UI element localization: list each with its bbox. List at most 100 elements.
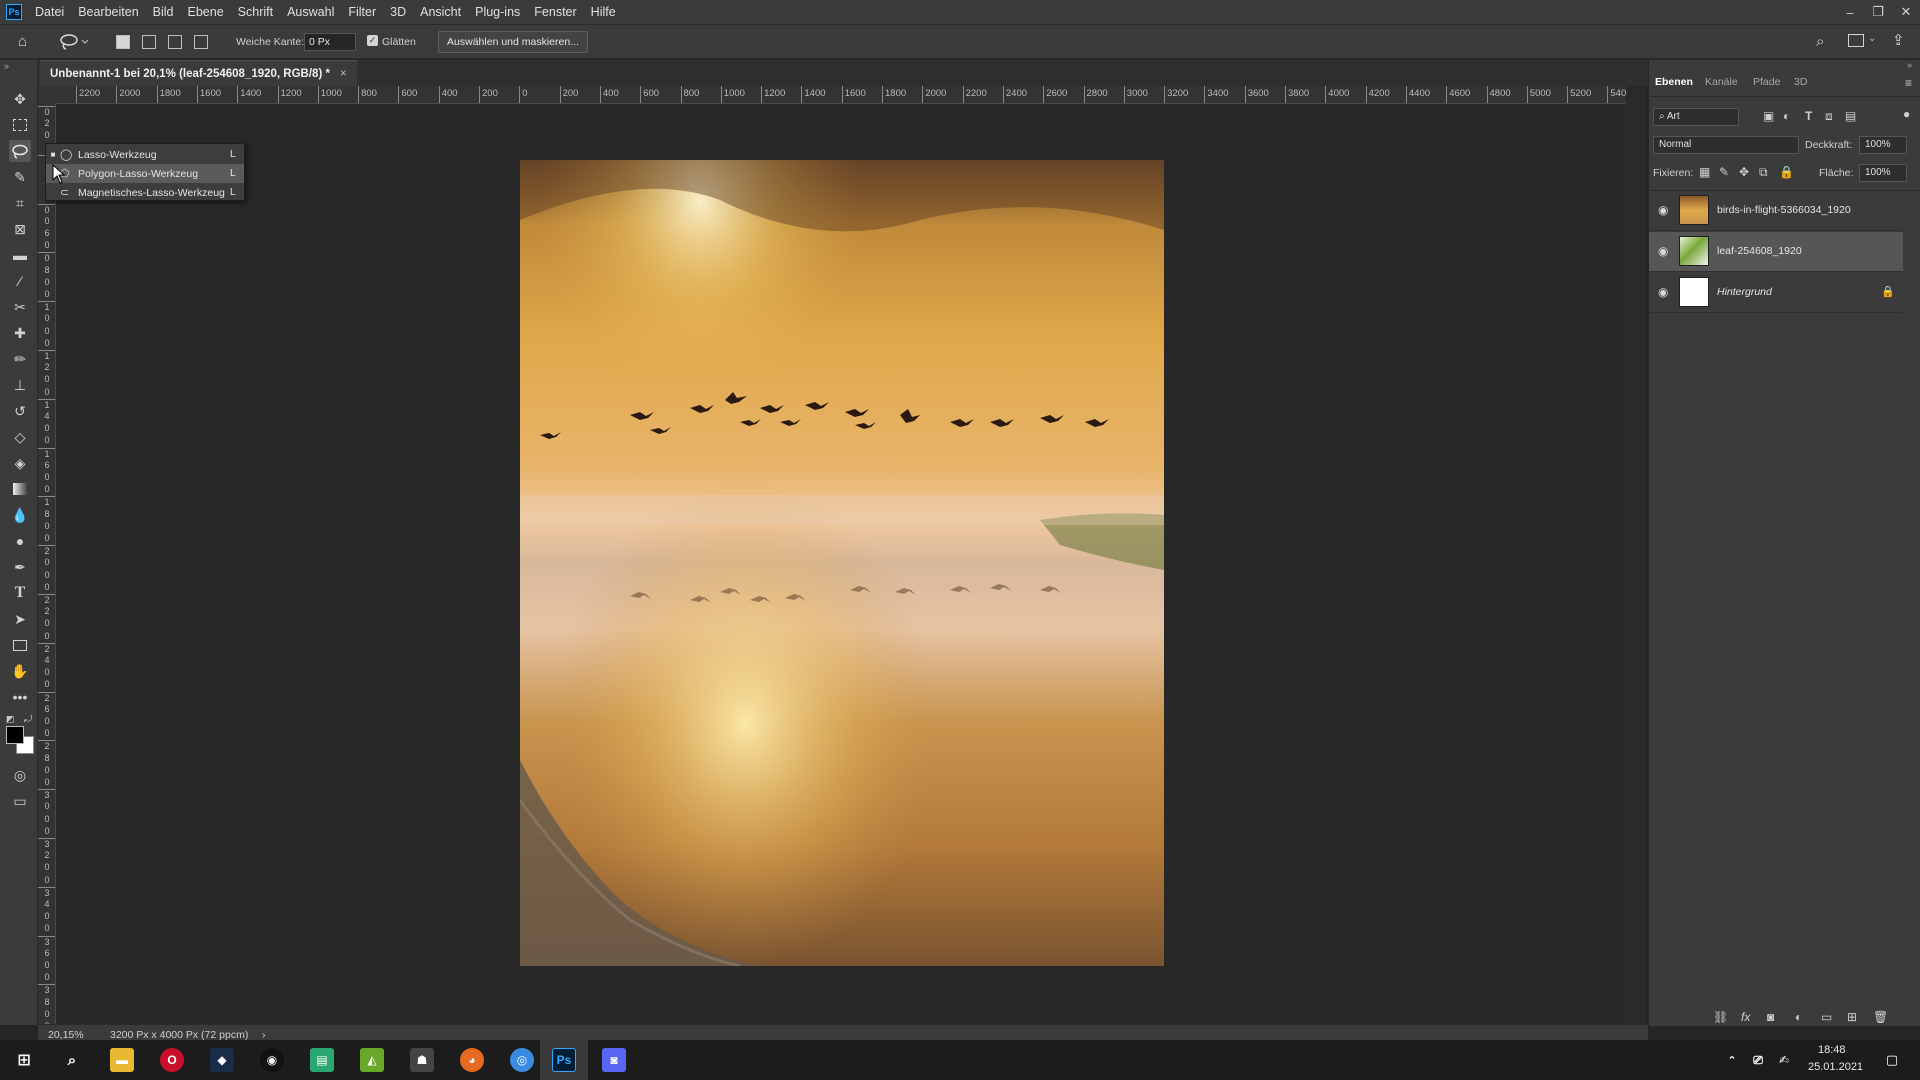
new-layer-icon[interactable]: ⊞	[1847, 1010, 1857, 1024]
rectangle-tool-icon[interactable]	[9, 634, 31, 656]
panel-menu-icon[interactable]: ≡	[1905, 76, 1912, 90]
network-icon[interactable]: ⎚	[1746, 1048, 1770, 1072]
pen-icon[interactable]: ✍	[1772, 1048, 1796, 1072]
filter-shape-icon[interactable]: ⧈	[1825, 109, 1833, 124]
history-brush-icon[interactable]: ↺	[9, 400, 31, 422]
paint-bucket-icon[interactable]: ◈	[9, 452, 31, 474]
clock-time[interactable]: 18:48	[1818, 1044, 1846, 1056]
quick-selection-tool-icon[interactable]: ✎	[9, 166, 31, 188]
lock-artboard-icon[interactable]: ⧉	[1759, 165, 1768, 180]
screen-mode-icon[interactable]: ▭	[9, 790, 31, 812]
menu-fenster[interactable]: Fenster	[527, 0, 583, 24]
windows-start-icon[interactable]: ⊞	[12, 1048, 36, 1072]
chat-app-icon[interactable]: ▤	[310, 1048, 334, 1072]
frame-tool-icon[interactable]: ⊠	[9, 218, 31, 240]
menu-schrift[interactable]: Schrift	[231, 0, 280, 24]
link-layers-icon[interactable]: ⛓	[1713, 1010, 1728, 1024]
tab-ebenen[interactable]: Ebenen	[1655, 76, 1693, 88]
app-icon[interactable]: ◆	[210, 1048, 234, 1072]
eraser-tool-icon[interactable]: ◇	[9, 426, 31, 448]
flyout-item-magnetic-lasso[interactable]: ⊂ Magnetisches-Lasso-Werkzeug L	[46, 183, 244, 202]
tab-kanaele[interactable]: Kanäle	[1705, 76, 1738, 88]
menu-filter[interactable]: Filter	[341, 0, 383, 24]
dodge-tool-icon[interactable]: ●	[9, 530, 31, 552]
healing-brush-icon[interactable]: ✚	[9, 322, 31, 344]
fill-input[interactable]: 100%	[1859, 164, 1907, 182]
hand-tool-icon[interactable]: ✋	[9, 660, 31, 682]
layer-style-icon[interactable]: fx	[1741, 1010, 1750, 1024]
layers-app-icon[interactable]: ◭	[360, 1048, 384, 1072]
visibility-eye-icon[interactable]: ◉	[1658, 203, 1672, 217]
layer-row-leaf[interactable]: ◉ leaf-254608_1920	[1649, 232, 1903, 272]
type-tool-icon[interactable]: T	[9, 582, 31, 604]
document-tab[interactable]: Unbenannt-1 bei 20,1% (leaf-254608_1920,…	[40, 60, 357, 86]
collapse-panel-icon[interactable]: »	[1907, 60, 1912, 70]
filter-pixel-icon[interactable]: ▣	[1763, 109, 1774, 123]
lock-all-icon[interactable]: 🔒	[1779, 165, 1794, 179]
swap-colors-icon[interactable]: ⤾	[24, 714, 32, 725]
content-aware-move-icon[interactable]: ✂	[9, 296, 31, 318]
photoshop-taskbar-icon[interactable]: Ps	[552, 1048, 576, 1072]
menu-bearbeiten[interactable]: Bearbeiten	[71, 0, 145, 24]
workspace-icon[interactable]	[1848, 34, 1864, 47]
new-selection-icon[interactable]	[116, 35, 130, 49]
blend-mode-select[interactable]: Normal	[1653, 136, 1799, 154]
notification-icon[interactable]: ▢	[1880, 1048, 1904, 1072]
restore-icon[interactable]: ❐	[1864, 0, 1892, 24]
layer-filter-select[interactable]: ⌕ Art	[1653, 108, 1739, 126]
menu-ansicht[interactable]: Ansicht	[413, 0, 468, 24]
filter-adjustment-icon[interactable]: ◐	[1783, 109, 1790, 123]
visibility-eye-icon[interactable]: ◉	[1658, 244, 1672, 258]
marquee-tool-icon[interactable]	[9, 114, 31, 136]
tab-3d[interactable]: 3D	[1794, 76, 1807, 88]
filter-toggle-icon[interactable]: ●	[1903, 107, 1910, 121]
media-app-icon[interactable]: ◉	[260, 1048, 284, 1072]
select-and-mask-button[interactable]: Auswählen und maskieren...	[438, 31, 588, 53]
crop-tool-icon[interactable]: ⌗	[9, 192, 31, 214]
clone-stamp-icon[interactable]: ⊥	[9, 374, 31, 396]
add-selection-icon[interactable]	[142, 35, 156, 49]
move-tool-icon[interactable]: ✥	[9, 88, 31, 110]
blur-tool-icon[interactable]: 💧	[9, 504, 31, 526]
lasso-preset-picker[interactable]	[56, 30, 90, 54]
canvas-area[interactable]	[56, 104, 1626, 1024]
filter-smartobject-icon[interactable]: ▤	[1845, 109, 1856, 123]
tab-close-icon[interactable]: ×	[340, 68, 347, 80]
chevron-down-icon[interactable]: ⌄	[1868, 33, 1876, 44]
search-icon[interactable]: ⌕	[60, 1048, 84, 1072]
pen-tool-icon[interactable]: ✒	[9, 556, 31, 578]
menu-bild[interactable]: Bild	[146, 0, 181, 24]
new-group-icon[interactable]: ▭	[1821, 1010, 1832, 1024]
lock-position-icon[interactable]: ✥	[1739, 165, 1749, 179]
lock-transparent-icon[interactable]: ▦	[1699, 165, 1710, 179]
gradient-tool-icon[interactable]	[9, 478, 31, 500]
opera-icon[interactable]: O	[160, 1048, 184, 1072]
chrome-icon[interactable]: ◎	[510, 1048, 534, 1072]
firefox-icon[interactable]: ◕	[460, 1048, 484, 1072]
menu-3d[interactable]: 3D	[383, 0, 413, 24]
path-selection-icon[interactable]: ➤	[9, 608, 31, 630]
expand-toolbar-icon[interactable]: »	[4, 61, 9, 71]
quick-mask-icon[interactable]: ◎	[9, 764, 31, 786]
menu-hilfe[interactable]: Hilfe	[584, 0, 623, 24]
eyedropper-tool-icon[interactable]: ⁄	[9, 270, 31, 292]
intersect-selection-icon[interactable]	[194, 35, 208, 49]
ruler-tool-icon[interactable]: ▬	[9, 244, 31, 266]
home-icon[interactable]: ⌂	[18, 33, 38, 51]
minimize-icon[interactable]: –	[1836, 0, 1864, 24]
feather-input[interactable]: 0 Px	[304, 33, 356, 51]
discord-icon[interactable]: ◙	[602, 1048, 626, 1072]
delete-layer-icon[interactable]: 🗑	[1873, 1010, 1888, 1024]
close-icon[interactable]: ✕	[1892, 0, 1920, 24]
subtract-selection-icon[interactable]	[168, 35, 182, 49]
filter-type-icon[interactable]: T	[1805, 109, 1812, 123]
flyout-item-polygon-lasso[interactable]: ⬠ Polygon-Lasso-Werkzeug L	[46, 164, 244, 183]
layer-row-birds[interactable]: ◉ birds-in-flight-5366034_1920	[1649, 191, 1903, 231]
chevron-up-icon[interactable]: ⌃	[1720, 1048, 1744, 1072]
clock-date[interactable]: 25.01.2021	[1808, 1061, 1863, 1073]
add-mask-icon[interactable]: ◙	[1767, 1010, 1774, 1024]
opacity-input[interactable]: 100%	[1859, 136, 1907, 154]
share-icon[interactable]: ⇪	[1892, 31, 1905, 49]
brush-tool-icon[interactable]: ✏	[9, 348, 31, 370]
visibility-eye-icon[interactable]: ◉	[1658, 285, 1672, 299]
